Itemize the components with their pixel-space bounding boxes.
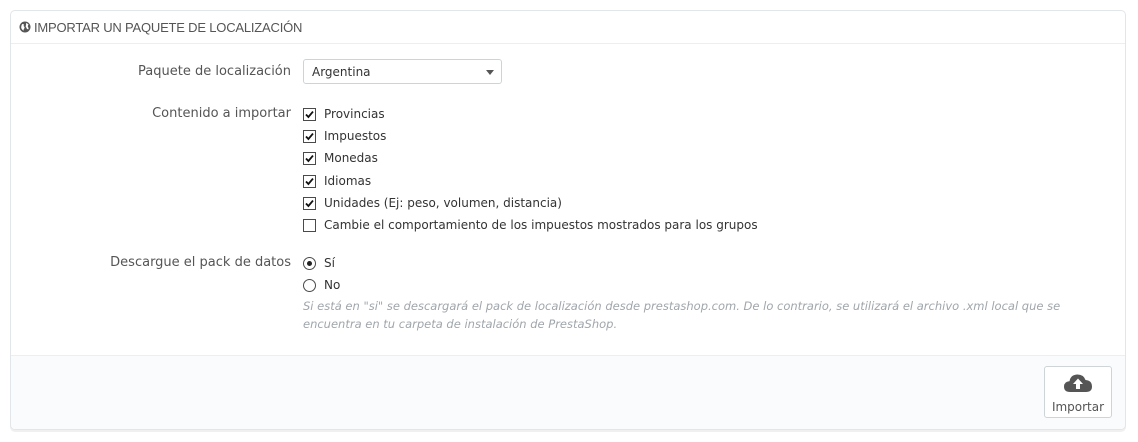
checkbox-impuestos[interactable]: Impuestos: [303, 128, 386, 144]
download-help-text: Si está en "si" se descargará el pack de…: [303, 299, 1061, 331]
checkmark-icon: [305, 154, 314, 162]
chevron-down-icon: [486, 70, 494, 75]
radio-download-yes-circle[interactable]: [303, 256, 316, 270]
package-row: Paquete de localización Argentina: [11, 59, 1125, 85]
checkbox-idiomas-label: Idiomas: [324, 174, 372, 188]
checkbox-tax-behavior[interactable]: Cambie el comportamiento de los impuesto…: [303, 217, 758, 233]
checkmark-icon: [305, 110, 314, 118]
checkbox-tax-behavior-label: Cambie el comportamiento de los impuesto…: [324, 218, 758, 232]
checkmark-icon: [305, 132, 314, 140]
package-select[interactable]: Argentina: [303, 59, 502, 84]
checkbox-idiomas-box[interactable]: [303, 174, 316, 188]
localization-import-panel: IMPORTAR UN PAQUETE DE LOCALIZACIÓN Paqu…: [10, 10, 1126, 430]
import-button-label: Importar: [1051, 400, 1105, 414]
checkbox-monedas-label: Monedas: [324, 151, 378, 165]
download-label: Descargue el pack de datos: [110, 255, 291, 270]
checkmark-icon: [305, 177, 314, 185]
radio-download-no[interactable]: No: [303, 277, 340, 293]
radio-selected-dot: [307, 260, 312, 266]
checkbox-monedas[interactable]: Monedas: [303, 150, 378, 166]
checkbox-tax-behavior-box[interactable]: [303, 218, 316, 232]
cloud-upload-icon: [1064, 374, 1092, 392]
content-label: Contenido a importar: [152, 106, 291, 121]
panel-footer: Importar: [11, 355, 1125, 429]
radio-download-yes[interactable]: Sí: [303, 255, 335, 271]
checkbox-idiomas[interactable]: Idiomas: [303, 173, 371, 189]
checkbox-provincias-box[interactable]: [303, 107, 316, 121]
package-label: Paquete de localización: [138, 64, 291, 79]
checkbox-impuestos-label: Impuestos: [324, 129, 387, 143]
radio-download-yes-label: Sí: [324, 256, 335, 270]
checkbox-monedas-box[interactable]: [303, 151, 316, 165]
globe-icon: [19, 21, 31, 33]
import-button[interactable]: Importar: [1044, 366, 1112, 418]
checkbox-unidades[interactable]: Unidades (Ej: peso, volumen, distancia): [303, 195, 562, 211]
package-select-value: Argentina: [312, 64, 371, 79]
panel-title: IMPORTAR UN PAQUETE DE LOCALIZACIÓN: [34, 19, 303, 35]
checkbox-provincias[interactable]: Provincias: [303, 106, 385, 122]
radio-download-no-label: No: [324, 278, 341, 292]
panel-heading: IMPORTAR UN PAQUETE DE LOCALIZACIÓN: [11, 11, 1125, 44]
checkbox-provincias-label: Provincias: [324, 107, 385, 121]
checkbox-unidades-box[interactable]: [303, 196, 316, 210]
download-row: Descargue el pack de datos Sí No: [11, 253, 1125, 297]
radio-download-no-circle[interactable]: [303, 278, 316, 292]
checkmark-icon: [305, 199, 314, 207]
content-row: Contenido a importar Provincias Impuesto…: [11, 105, 1125, 245]
checkbox-unidades-label: Unidades (Ej: peso, volumen, distancia): [324, 196, 562, 210]
checkbox-impuestos-box[interactable]: [303, 129, 316, 143]
